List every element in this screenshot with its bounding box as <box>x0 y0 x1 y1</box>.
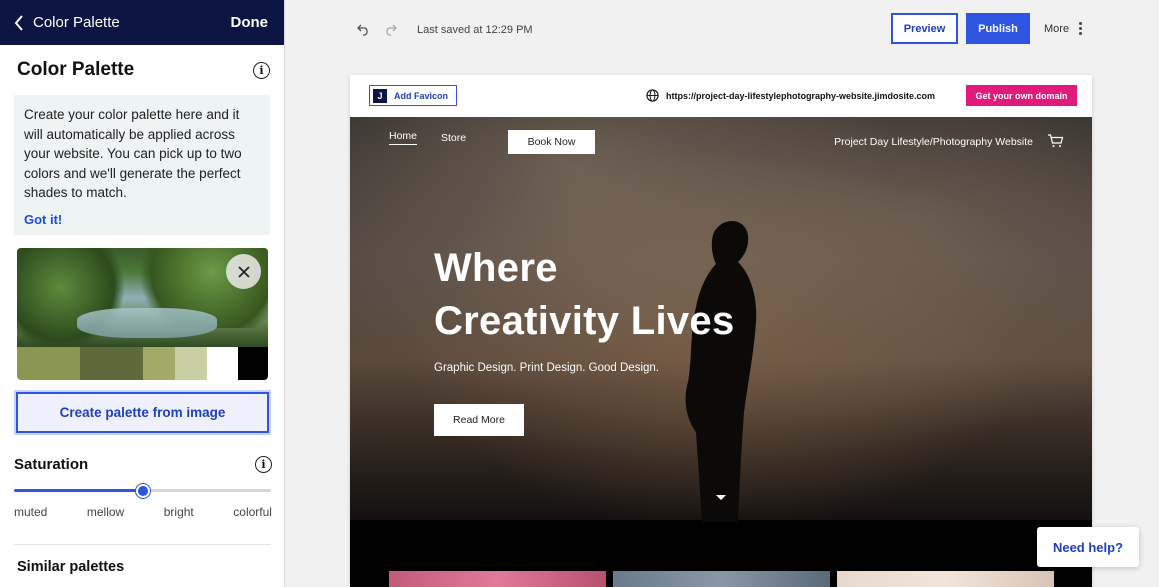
last-saved-text: Last saved at 12:29 PM <box>417 24 533 36</box>
need-help-button[interactable]: Need help? <box>1037 527 1139 567</box>
nav-store[interactable]: Store <box>441 132 466 144</box>
nav-home[interactable]: Home <box>389 130 418 145</box>
tip-text: Create your color palette here and it wi… <box>24 107 242 200</box>
hero-section: Home Store Book Now Project Day Lifestyl… <box>350 117 1092 522</box>
remove-image-button[interactable] <box>226 254 261 289</box>
get-domain-button[interactable]: Get your own domain <box>966 85 1077 106</box>
gallery-thumbnails <box>389 571 1054 587</box>
more-label: More <box>1044 22 1070 35</box>
website-preview: J Add Favicon https://project-day-lifest… <box>350 75 1092 587</box>
color-palette-panel: Color Palette Done Color Palette i Creat… <box>0 0 285 587</box>
preview-button[interactable]: Preview <box>891 13 958 44</box>
gallery-image <box>613 571 830 587</box>
cart-icon[interactable] <box>1047 134 1064 148</box>
publish-button[interactable]: Publish <box>966 13 1030 44</box>
saturation-title: Saturation <box>14 456 89 473</box>
saturation-labels: muted mellow bright colorful <box>14 505 272 519</box>
kebab-icon <box>1079 22 1083 35</box>
panel-title-row: Color Palette i <box>0 45 284 95</box>
hero-headline: Where Creativity Lives <box>434 242 735 348</box>
palette-swatch[interactable] <box>175 347 207 380</box>
saturation-label-muted[interactable]: muted <box>14 505 47 519</box>
palette-swatch[interactable] <box>207 347 238 380</box>
preview-topbar: J Add Favicon https://project-day-lifest… <box>350 75 1092 117</box>
saturation-slider[interactable] <box>14 484 271 498</box>
got-it-link[interactable]: Got it! <box>24 212 260 227</box>
add-favicon-label: Add Favicon <box>394 90 449 101</box>
palette-source-image <box>17 248 268 347</box>
read-more-button[interactable]: Read More <box>434 404 524 436</box>
slider-fill <box>14 489 143 492</box>
close-icon <box>237 265 250 278</box>
redo-icon[interactable] <box>383 22 397 36</box>
palette-swatch[interactable] <box>143 347 175 380</box>
chevron-left-icon <box>14 14 23 31</box>
site-nav: Home Store <box>389 130 466 145</box>
palette-swatch[interactable] <box>17 347 80 380</box>
gallery-image <box>389 571 606 587</box>
gallery-image <box>837 571 1054 587</box>
add-favicon-button[interactable]: J Add Favicon <box>369 85 458 106</box>
hero-headline-line1: Where <box>434 246 558 290</box>
create-palette-button[interactable]: Create palette from image <box>16 392 269 433</box>
panel-title: Color Palette <box>17 59 135 80</box>
divider <box>14 544 271 545</box>
info-icon[interactable]: i <box>253 61 270 79</box>
tip-box: Create your color palette here and it wi… <box>14 95 270 235</box>
site-url: https://project-day-lifestylephotography… <box>646 89 935 102</box>
site-url-text: https://project-day-lifestylephotography… <box>666 90 936 101</box>
book-now-button[interactable]: Book Now <box>508 130 595 154</box>
similar-palettes-title: Similar palettes <box>17 559 125 575</box>
saturation-header: Saturation i <box>14 456 272 473</box>
globe-icon <box>646 89 659 102</box>
saturation-info-icon[interactable]: i <box>255 456 272 473</box>
back-button[interactable]: Color Palette <box>14 14 120 31</box>
saturation-label-mellow[interactable]: mellow <box>87 505 124 519</box>
hero-subheadline: Graphic Design. Print Design. Good Desig… <box>434 362 659 374</box>
panel-header: Color Palette Done <box>0 0 284 45</box>
palette-swatch[interactable] <box>238 347 268 380</box>
slider-thumb[interactable] <box>136 484 150 498</box>
site-name[interactable]: Project Day Lifestyle/Photography Websit… <box>834 136 1033 148</box>
saturation-label-bright[interactable]: bright <box>164 505 194 519</box>
back-label: Color Palette <box>33 14 120 31</box>
hero-headline-line2: Creativity Lives <box>434 299 735 343</box>
jimdo-logo-icon: J <box>373 88 387 103</box>
saturation-label-colorful[interactable]: colorful <box>233 505 272 519</box>
done-button[interactable]: Done <box>231 14 269 31</box>
palette-image-card <box>17 248 268 380</box>
palette-swatch[interactable] <box>80 347 143 380</box>
undo-icon[interactable] <box>357 22 371 36</box>
more-menu-button[interactable]: More <box>1044 22 1083 35</box>
scroll-down-icon[interactable] <box>716 495 726 500</box>
palette-swatches <box>17 347 268 380</box>
